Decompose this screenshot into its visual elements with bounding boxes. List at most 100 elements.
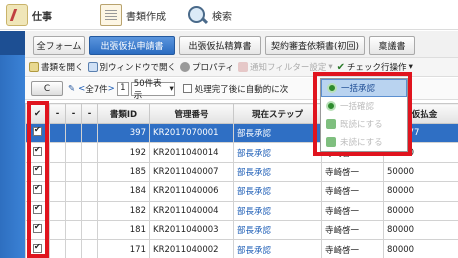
highlight-checkbox-column <box>27 101 49 258</box>
row-flag <box>49 200 66 221</box>
row-flag <box>49 161 66 183</box>
column-header-document-id[interactable]: 書類ID <box>97 103 150 124</box>
column-header-flag1[interactable]: - <box>49 103 66 124</box>
row-flag <box>81 200 98 221</box>
top-navigation-bar: 仕事 書類作成 検索 <box>0 0 458 30</box>
row-flag <box>49 239 66 258</box>
cell-management-number: KR2011040004 <box>149 200 234 221</box>
total-count: 全7件 <box>85 84 108 95</box>
refresh-button[interactable]: C <box>31 81 63 96</box>
tab-trip-advance-request-label: 出張仮払申請書 <box>100 42 164 52</box>
form-tab-bar: 全フォーム 出張仮払申請書 出張仮払精算書 契約審査依頼書(初回) 稟議書 <box>25 31 458 57</box>
table-row[interactable]: 182 KR2011040004 部長承認 寺崎啓一 80000 <box>25 200 458 221</box>
table-row[interactable]: 184 KR2011040006 部長承認 寺崎啓一 80000 <box>25 181 458 202</box>
per-page-value: 50件表示 <box>133 78 162 101</box>
cell-document-id: 192 <box>97 142 150 163</box>
cell-current-step[interactable]: 部長承認 <box>233 181 322 202</box>
cell-person: 寺崎啓一 <box>321 200 384 221</box>
nav-search[interactable]: 検索 <box>186 3 232 27</box>
cell-advance-amount: 80000 <box>383 200 458 221</box>
cell-management-number: KR2011040006 <box>149 181 234 202</box>
left-folder-panel <box>0 31 25 258</box>
nav-document-create[interactable]: 書類作成 <box>100 3 166 27</box>
open-document-icon <box>29 62 39 72</box>
cell-person: 寺崎啓一 <box>321 239 384 258</box>
row-flag <box>81 161 98 183</box>
cell-current-step[interactable]: 部長承認 <box>233 219 322 241</box>
tab-all-forms[interactable]: 全フォーム <box>33 36 85 55</box>
table-row[interactable]: 185 KR2011040007 部長承認 寺崎啓一 50000 <box>25 161 458 183</box>
cell-management-number: KR2011040003 <box>149 219 234 241</box>
row-flag <box>65 239 82 258</box>
gear-icon <box>180 62 191 72</box>
column-header-current-step[interactable]: 現在ステップ <box>233 103 322 124</box>
cell-person: 寺崎啓一 <box>321 219 384 241</box>
page-number-input[interactable]: 1 <box>116 81 129 96</box>
refresh-icon: C <box>43 83 51 94</box>
column-header-management-number[interactable]: 管理番号 <box>149 103 234 124</box>
chevron-down-icon: ▾ <box>328 62 333 72</box>
cell-current-step[interactable]: 部長承認 <box>233 161 322 183</box>
row-flag <box>65 161 82 183</box>
row-flag <box>49 219 66 241</box>
cell-document-id: 181 <box>97 219 150 241</box>
tab-trip-advance-request[interactable]: 出張仮払申請書 <box>89 36 175 55</box>
open-document-label: 書類を開く <box>41 63 84 73</box>
table-row[interactable]: 171 KR2011040002 部長承認 寺崎啓一 80000 <box>25 239 458 258</box>
next-page-link[interactable]: > <box>108 84 115 94</box>
row-flag <box>81 181 98 202</box>
row-flag <box>49 122 66 144</box>
open-document-button[interactable]: 書類を開く <box>29 61 84 73</box>
prev-page-link[interactable]: < <box>78 84 85 94</box>
auto-next-label: 処理完了後に自動的に次 <box>194 84 289 95</box>
nav-document-create-label: 書類作成 <box>126 11 166 23</box>
auto-next-checkbox[interactable] <box>182 84 192 93</box>
cell-document-id: 185 <box>97 161 150 183</box>
per-page-select[interactable]: 50件表示 ▾ <box>130 79 175 101</box>
open-new-window-button[interactable]: 別ウィンドウで開く <box>87 61 176 73</box>
filter-icon <box>238 62 249 72</box>
row-flag <box>81 142 98 163</box>
nav-work[interactable]: 仕事 <box>6 3 52 27</box>
row-flag <box>65 219 82 241</box>
new-window-icon <box>87 62 98 72</box>
properties-button[interactable]: プロパティ <box>180 61 234 73</box>
cell-management-number: KR2011040014 <box>149 142 234 163</box>
tab-contract-review[interactable]: 契約審査依頼書(初回) <box>265 36 365 55</box>
cell-management-number: KR2017070001 <box>149 122 234 144</box>
column-header-flag2[interactable]: - <box>65 103 82 124</box>
nav-work-label: 仕事 <box>32 11 52 23</box>
cell-management-number: KR2011040002 <box>149 239 234 258</box>
table-row[interactable]: 181 KR2011040003 部長承認 寺崎啓一 80000 <box>25 219 458 241</box>
row-flag <box>65 142 82 163</box>
cell-current-step[interactable]: 部長承認 <box>233 239 322 258</box>
chevron-down-icon: ▾ <box>169 83 174 94</box>
cell-current-step[interactable]: 部長承認 <box>233 142 322 163</box>
cell-person: 寺崎啓一 <box>321 161 384 183</box>
row-flag <box>65 200 82 221</box>
column-header-flag3[interactable]: - <box>81 103 98 124</box>
cell-document-id: 171 <box>97 239 150 258</box>
edit-icon: ✎ <box>68 83 76 94</box>
properties-label: プロパティ <box>192 63 235 73</box>
cell-current-step[interactable]: 部長承認 <box>233 200 322 221</box>
tab-all-forms-label: 全フォーム <box>36 42 82 52</box>
cell-document-id: 184 <box>97 181 150 202</box>
row-flag <box>81 219 98 241</box>
left-panel-selected-item[interactable] <box>0 31 25 55</box>
tab-trip-advance-settlement[interactable]: 出張仮払精算書 <box>179 36 261 55</box>
document-create-icon <box>100 4 122 26</box>
row-flag <box>65 122 82 144</box>
row-flag <box>81 239 98 258</box>
cell-document-id: 397 <box>97 122 150 144</box>
cell-current-step[interactable]: 部長承認 <box>233 122 322 144</box>
highlight-operations-menu <box>313 72 412 156</box>
cell-advance-amount: 50000 <box>383 161 458 183</box>
cell-advance-amount: 80000 <box>383 181 458 202</box>
cell-person: 寺崎啓一 <box>321 181 384 202</box>
tab-ringi[interactable]: 稟議書 <box>369 36 415 55</box>
row-flag <box>49 142 66 163</box>
tab-contract-review-label: 契約審査依頼書(初回) <box>270 42 360 52</box>
tab-trip-advance-settlement-label: 出張仮払精算書 <box>188 42 252 52</box>
tab-ringi-label: 稟議書 <box>378 42 406 52</box>
